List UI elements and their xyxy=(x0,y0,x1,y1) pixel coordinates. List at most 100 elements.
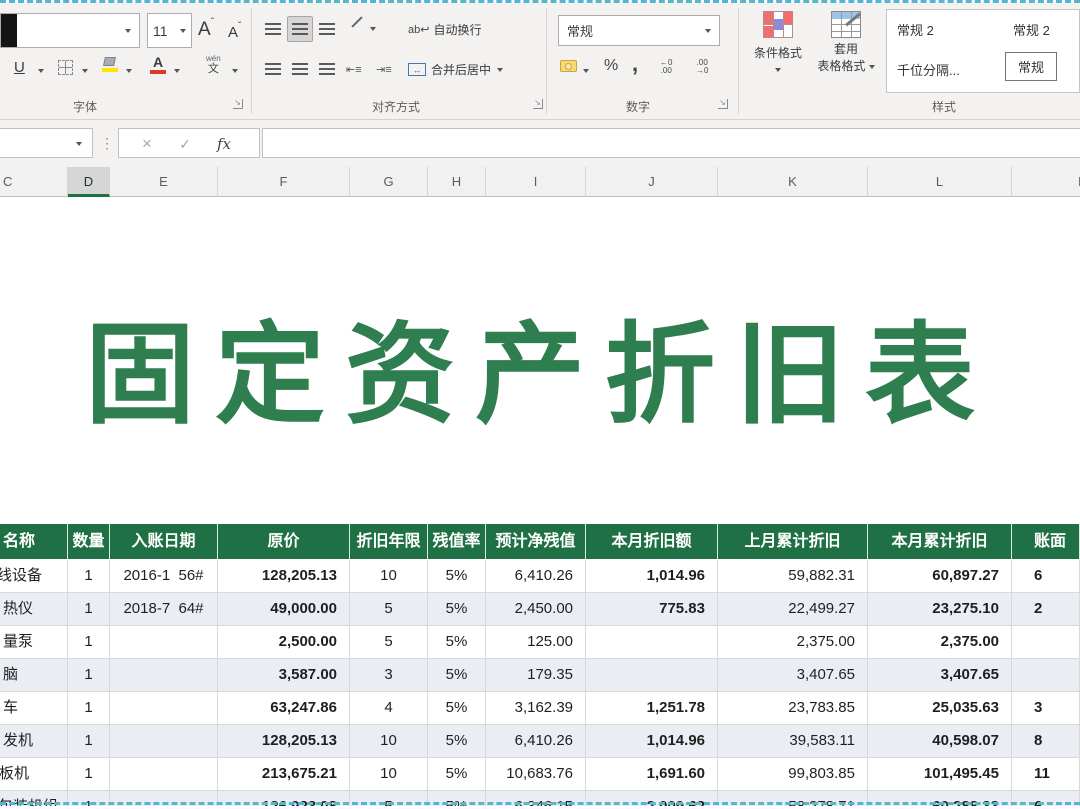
font-color-button[interactable]: A xyxy=(150,55,166,74)
table-cell[interactable]: 发机 xyxy=(0,725,68,758)
alignment-dialog-launcher-icon[interactable]: ↘ xyxy=(533,99,543,109)
table-cell[interactable]: 5% xyxy=(428,725,486,758)
table-cell[interactable]: 3,162.39 xyxy=(486,692,586,725)
table-cell[interactable]: 25,035.63 xyxy=(868,692,1012,725)
cell-style-item[interactable]: 千位分隔... xyxy=(897,60,960,79)
align-left-button[interactable] xyxy=(260,56,286,82)
table-cell[interactable]: 10,683.76 xyxy=(486,758,586,791)
chevron-down-icon[interactable] xyxy=(174,69,180,73)
table-cell[interactable] xyxy=(110,659,218,692)
table-cell[interactable]: 5% xyxy=(428,626,486,659)
table-cell[interactable]: 60,897.27 xyxy=(868,560,1012,593)
column-header-G[interactable]: G xyxy=(350,167,428,197)
decrease-decimal-button[interactable]: .00→0 xyxy=(696,59,708,75)
table-cell[interactable]: 49,000.00 xyxy=(218,593,350,626)
align-bottom-button[interactable] xyxy=(314,16,340,42)
column-header-K[interactable]: K xyxy=(718,167,868,197)
table-cell[interactable]: 40,598.07 xyxy=(868,725,1012,758)
merge-center-button[interactable]: ↔ 合并后居中 xyxy=(408,61,503,78)
table-cell[interactable]: 99,803.85 xyxy=(718,758,868,791)
table-cell[interactable]: 板机 xyxy=(0,758,68,791)
table-cell[interactable] xyxy=(110,725,218,758)
column-header-J[interactable]: J xyxy=(586,167,718,197)
orientation-icon[interactable] xyxy=(351,16,362,27)
align-right-button[interactable] xyxy=(314,56,340,82)
table-header-cell[interactable]: 原价 xyxy=(218,524,350,560)
table-cell[interactable]: 线设备 xyxy=(0,560,68,593)
wrap-text-button[interactable]: ab↩ 自动换行 xyxy=(408,21,481,38)
table-cell[interactable]: 1,251.78 xyxy=(586,692,718,725)
percent-style-button[interactable]: % xyxy=(604,57,618,75)
table-cell[interactable]: 5% xyxy=(428,659,486,692)
table-cell[interactable]: 10 xyxy=(350,560,428,593)
table-cell[interactable]: 2018-7 64# xyxy=(110,593,218,626)
table-header-cell[interactable]: 名称 xyxy=(0,524,68,560)
table-cell[interactable]: 5% xyxy=(428,560,486,593)
formula-bar-options-icon[interactable]: ⋮ xyxy=(100,128,112,158)
number-format-dropdown[interactable]: 常规 xyxy=(558,15,720,46)
conditional-formatting-button[interactable]: 条件格式 xyxy=(750,11,806,75)
table-cell[interactable] xyxy=(1012,659,1080,692)
table-cell[interactable]: 1 xyxy=(68,758,110,791)
table-cell[interactable]: 8 xyxy=(1012,725,1080,758)
table-cell[interactable]: 5% xyxy=(428,692,486,725)
table-header-cell[interactable]: 残值率 xyxy=(428,524,486,560)
table-cell[interactable]: 101,495.45 xyxy=(868,758,1012,791)
table-cell[interactable] xyxy=(586,659,718,692)
enter-icon[interactable]: ✓ xyxy=(175,129,195,159)
column-header-M[interactable]: M xyxy=(1012,167,1080,197)
table-cell[interactable]: 3,407.65 xyxy=(868,659,1012,692)
chevron-down-icon[interactable] xyxy=(583,69,589,73)
table-cell[interactable]: 2,450.00 xyxy=(486,593,586,626)
table-cell[interactable]: 213,675.21 xyxy=(218,758,350,791)
column-header-I[interactable]: I xyxy=(486,167,586,197)
borders-icon[interactable] xyxy=(58,60,73,75)
column-header-F[interactable]: F xyxy=(218,167,350,197)
sheet-canvas[interactable]: 固定资产折旧表 名称数量入账日期原价折旧年限残值率预计净残值本月折旧额上月累计折… xyxy=(0,197,1080,806)
align-middle-button[interactable] xyxy=(287,16,313,42)
font-dialog-launcher-icon[interactable]: ↘ xyxy=(233,99,243,109)
align-center-button[interactable] xyxy=(287,56,313,82)
table-cell[interactable]: 2,375.00 xyxy=(868,626,1012,659)
currency-format-icon[interactable] xyxy=(560,60,577,72)
table-cell[interactable]: 22,499.27 xyxy=(718,593,868,626)
cell-style-item[interactable]: 常规 2 xyxy=(897,20,934,39)
chevron-down-icon[interactable] xyxy=(38,69,44,73)
table-cell[interactable] xyxy=(586,626,718,659)
chevron-down-icon[interactable] xyxy=(232,69,238,73)
chevron-down-icon[interactable] xyxy=(82,69,88,73)
increase-indent-icon[interactable]: ⇥≡ xyxy=(376,63,392,76)
table-cell[interactable] xyxy=(1012,626,1080,659)
table-header-cell[interactable]: 折旧年限 xyxy=(350,524,428,560)
cancel-icon[interactable]: × xyxy=(137,129,157,159)
formula-input[interactable] xyxy=(262,128,1080,158)
table-header-cell[interactable]: 数量 xyxy=(68,524,110,560)
table-cell[interactable]: 5 xyxy=(350,593,428,626)
cell-style-item-selected[interactable]: 常规 xyxy=(1005,52,1057,81)
table-cell[interactable]: 1 xyxy=(68,725,110,758)
underline-button[interactable]: U xyxy=(14,59,25,76)
table-cell[interactable]: 1 xyxy=(68,659,110,692)
number-dialog-launcher-icon[interactable]: ↘ xyxy=(718,99,728,109)
table-cell[interactable] xyxy=(110,626,218,659)
table-cell[interactable]: 2 xyxy=(1012,593,1080,626)
table-cell[interactable]: 1,691.60 xyxy=(586,758,718,791)
table-header-cell[interactable]: 账面 xyxy=(1012,524,1080,560)
table-header-cell[interactable]: 本月折旧额 xyxy=(586,524,718,560)
table-cell[interactable]: 1 xyxy=(68,593,110,626)
table-cell[interactable]: 3,587.00 xyxy=(218,659,350,692)
table-cell[interactable]: 热仪 xyxy=(0,593,68,626)
table-cell[interactable]: 脑 xyxy=(0,659,68,692)
font-name-combo[interactable] xyxy=(0,13,140,48)
table-cell[interactable]: 1,014.96 xyxy=(586,560,718,593)
phonetic-guide-button[interactable]: wén 文 xyxy=(206,55,221,75)
table-cell[interactable]: 2016-1 56# xyxy=(110,560,218,593)
column-header-L[interactable]: L xyxy=(868,167,1012,197)
table-cell[interactable]: 4 xyxy=(350,692,428,725)
table-cell[interactable]: 23,783.85 xyxy=(718,692,868,725)
chevron-down-icon[interactable] xyxy=(126,69,132,73)
font-size-combo[interactable]: 11 xyxy=(147,13,192,48)
table-cell[interactable] xyxy=(110,758,218,791)
table-header-cell[interactable]: 本月累计折旧 xyxy=(868,524,1012,560)
table-cell[interactable]: 59,882.31 xyxy=(718,560,868,593)
